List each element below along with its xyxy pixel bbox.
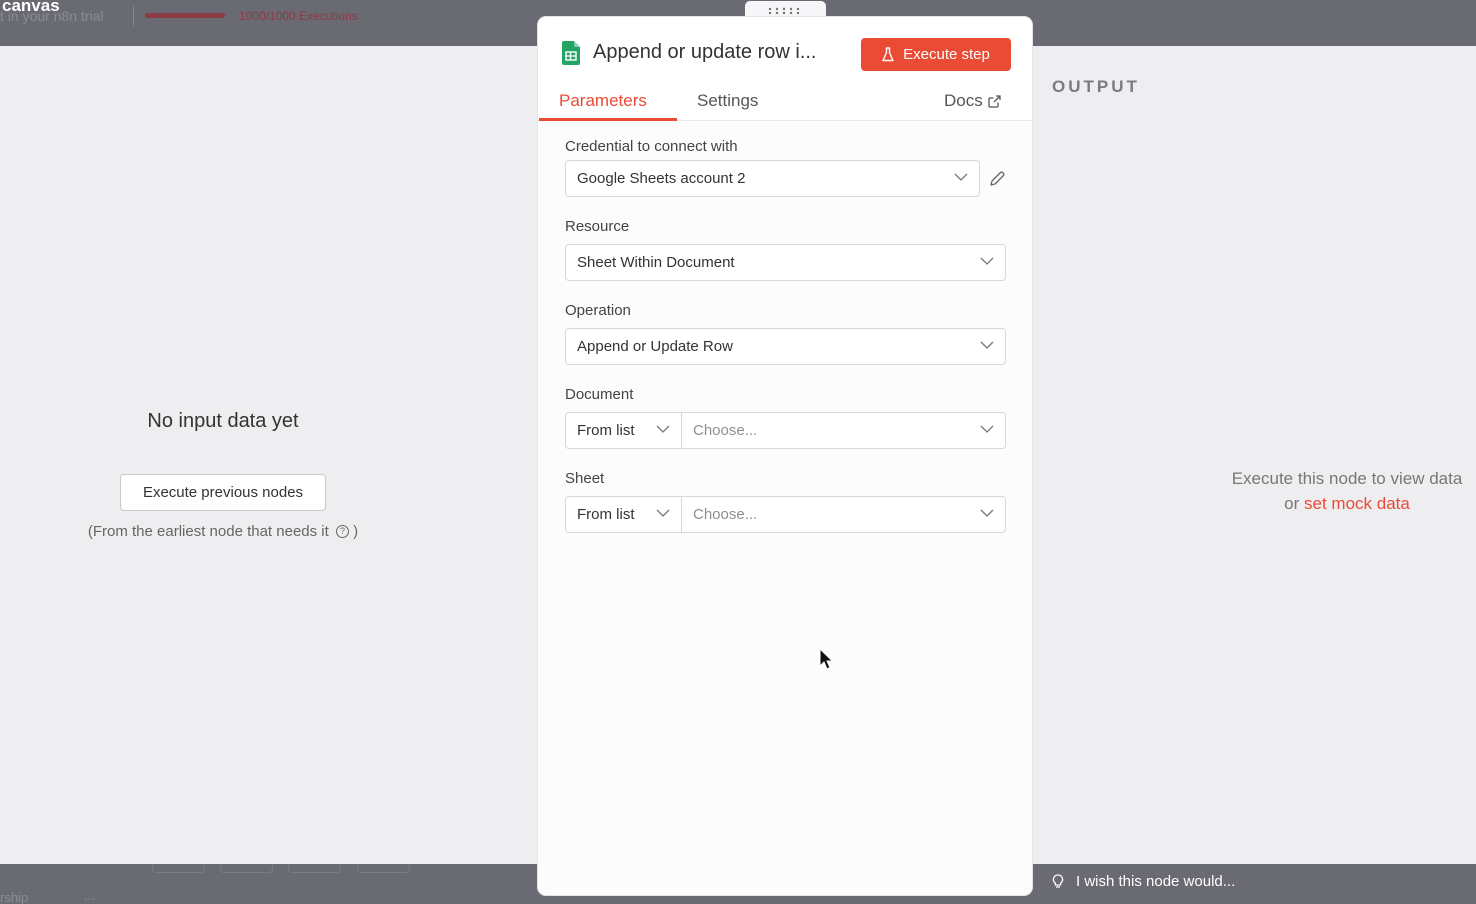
feedback-text: I wish this node would... xyxy=(1076,873,1236,890)
docs-link[interactable]: Docs xyxy=(944,91,1001,111)
document-placeholder: Choose... xyxy=(693,422,758,439)
question-circle-icon[interactable]: ? xyxy=(335,524,349,538)
external-link-icon xyxy=(988,94,1001,108)
output-title: OUTPUT xyxy=(1052,77,1140,96)
chevron-down-icon xyxy=(656,425,670,433)
active-tab-indicator xyxy=(539,118,677,121)
node-title[interactable]: Append or update row i... xyxy=(593,41,816,64)
operation-select[interactable]: Append or Update Row xyxy=(565,328,1006,365)
sheet-mode-select[interactable]: From list xyxy=(565,496,682,533)
chevron-down-icon xyxy=(980,425,994,433)
sheet-select[interactable]: Choose... xyxy=(682,496,1006,533)
tab-parameters[interactable]: Parameters xyxy=(559,91,647,111)
chevron-down-icon xyxy=(656,509,670,517)
canvas-control-ghost xyxy=(288,864,341,873)
chevron-down-icon xyxy=(980,257,994,265)
sheet-placeholder: Choose... xyxy=(693,506,758,523)
hint-text: (From the earliest node that needs it xyxy=(87,523,329,540)
chevron-down-icon xyxy=(980,509,994,517)
mouse-cursor-icon xyxy=(819,648,833,670)
pencil-icon[interactable] xyxy=(988,170,1006,188)
canvas-control-ghost xyxy=(220,864,273,873)
document-mode-select[interactable]: From list xyxy=(565,412,682,449)
drag-dots-icon xyxy=(768,7,799,14)
executions-usage-bar xyxy=(145,13,225,18)
resource-label: Resource xyxy=(565,218,630,235)
output-or-text: or xyxy=(1284,494,1300,513)
sheet-mode-value: From list xyxy=(577,506,635,523)
document-mode-value: From list xyxy=(577,422,635,439)
bottom-tab-ghost: rship xyxy=(0,890,29,904)
flask-icon xyxy=(882,47,894,62)
credential-select[interactable]: Google Sheets account 2 xyxy=(565,160,980,197)
chevron-down-icon xyxy=(980,341,994,349)
canvas-control-ghost xyxy=(152,864,205,873)
google-sheets-icon xyxy=(562,41,580,65)
sheet-label: Sheet xyxy=(565,470,605,487)
panel-header: Append or update row i... Execute step P… xyxy=(538,17,1032,121)
trial-text: t in your n8n trial xyxy=(0,8,104,24)
chevron-down-icon xyxy=(954,173,968,181)
canvas-control-ghost xyxy=(357,864,410,873)
node-settings-panel: Append or update row i... Execute step P… xyxy=(538,17,1032,895)
divider xyxy=(133,6,134,26)
resource-select[interactable]: Sheet Within Document xyxy=(565,244,1006,281)
resource-value: Sheet Within Document xyxy=(577,254,735,271)
operation-value: Append or Update Row xyxy=(577,338,733,355)
execute-previous-hint: (From the earliest node that needs it ? … xyxy=(0,523,446,540)
output-pane: OUTPUT Execute this node to view data or… xyxy=(1032,46,1476,864)
document-select[interactable]: Choose... xyxy=(682,412,1006,449)
more-icon: ... xyxy=(84,888,95,903)
output-mock-line: or set mock data xyxy=(1192,491,1476,516)
lightbulb-icon xyxy=(1052,873,1064,888)
tab-settings[interactable]: Settings xyxy=(697,91,758,111)
execute-step-button[interactable]: Execute step xyxy=(861,38,1011,71)
set-mock-data-link[interactable]: set mock data xyxy=(1304,494,1410,513)
execute-step-label: Execute step xyxy=(903,46,990,63)
document-label: Document xyxy=(565,386,634,403)
execute-previous-nodes-button[interactable]: Execute previous nodes xyxy=(120,474,326,511)
operation-label: Operation xyxy=(565,302,631,319)
output-message-text: Execute this node to view data xyxy=(1231,469,1463,488)
executions-count: 1000/1000 Executions xyxy=(239,9,358,23)
feedback-link[interactable]: I wish this node would... xyxy=(1052,873,1235,890)
output-empty-message: Execute this node to view data or set mo… xyxy=(1192,466,1476,516)
credential-label: Credential to connect with xyxy=(565,138,738,155)
no-input-heading: No input data yet xyxy=(147,410,299,432)
credential-value: Google Sheets account 2 xyxy=(577,170,746,187)
input-pane: No input data yet Execute previous nodes… xyxy=(0,46,538,864)
hint-close: ) xyxy=(353,523,359,540)
docs-label: Docs xyxy=(944,91,983,110)
